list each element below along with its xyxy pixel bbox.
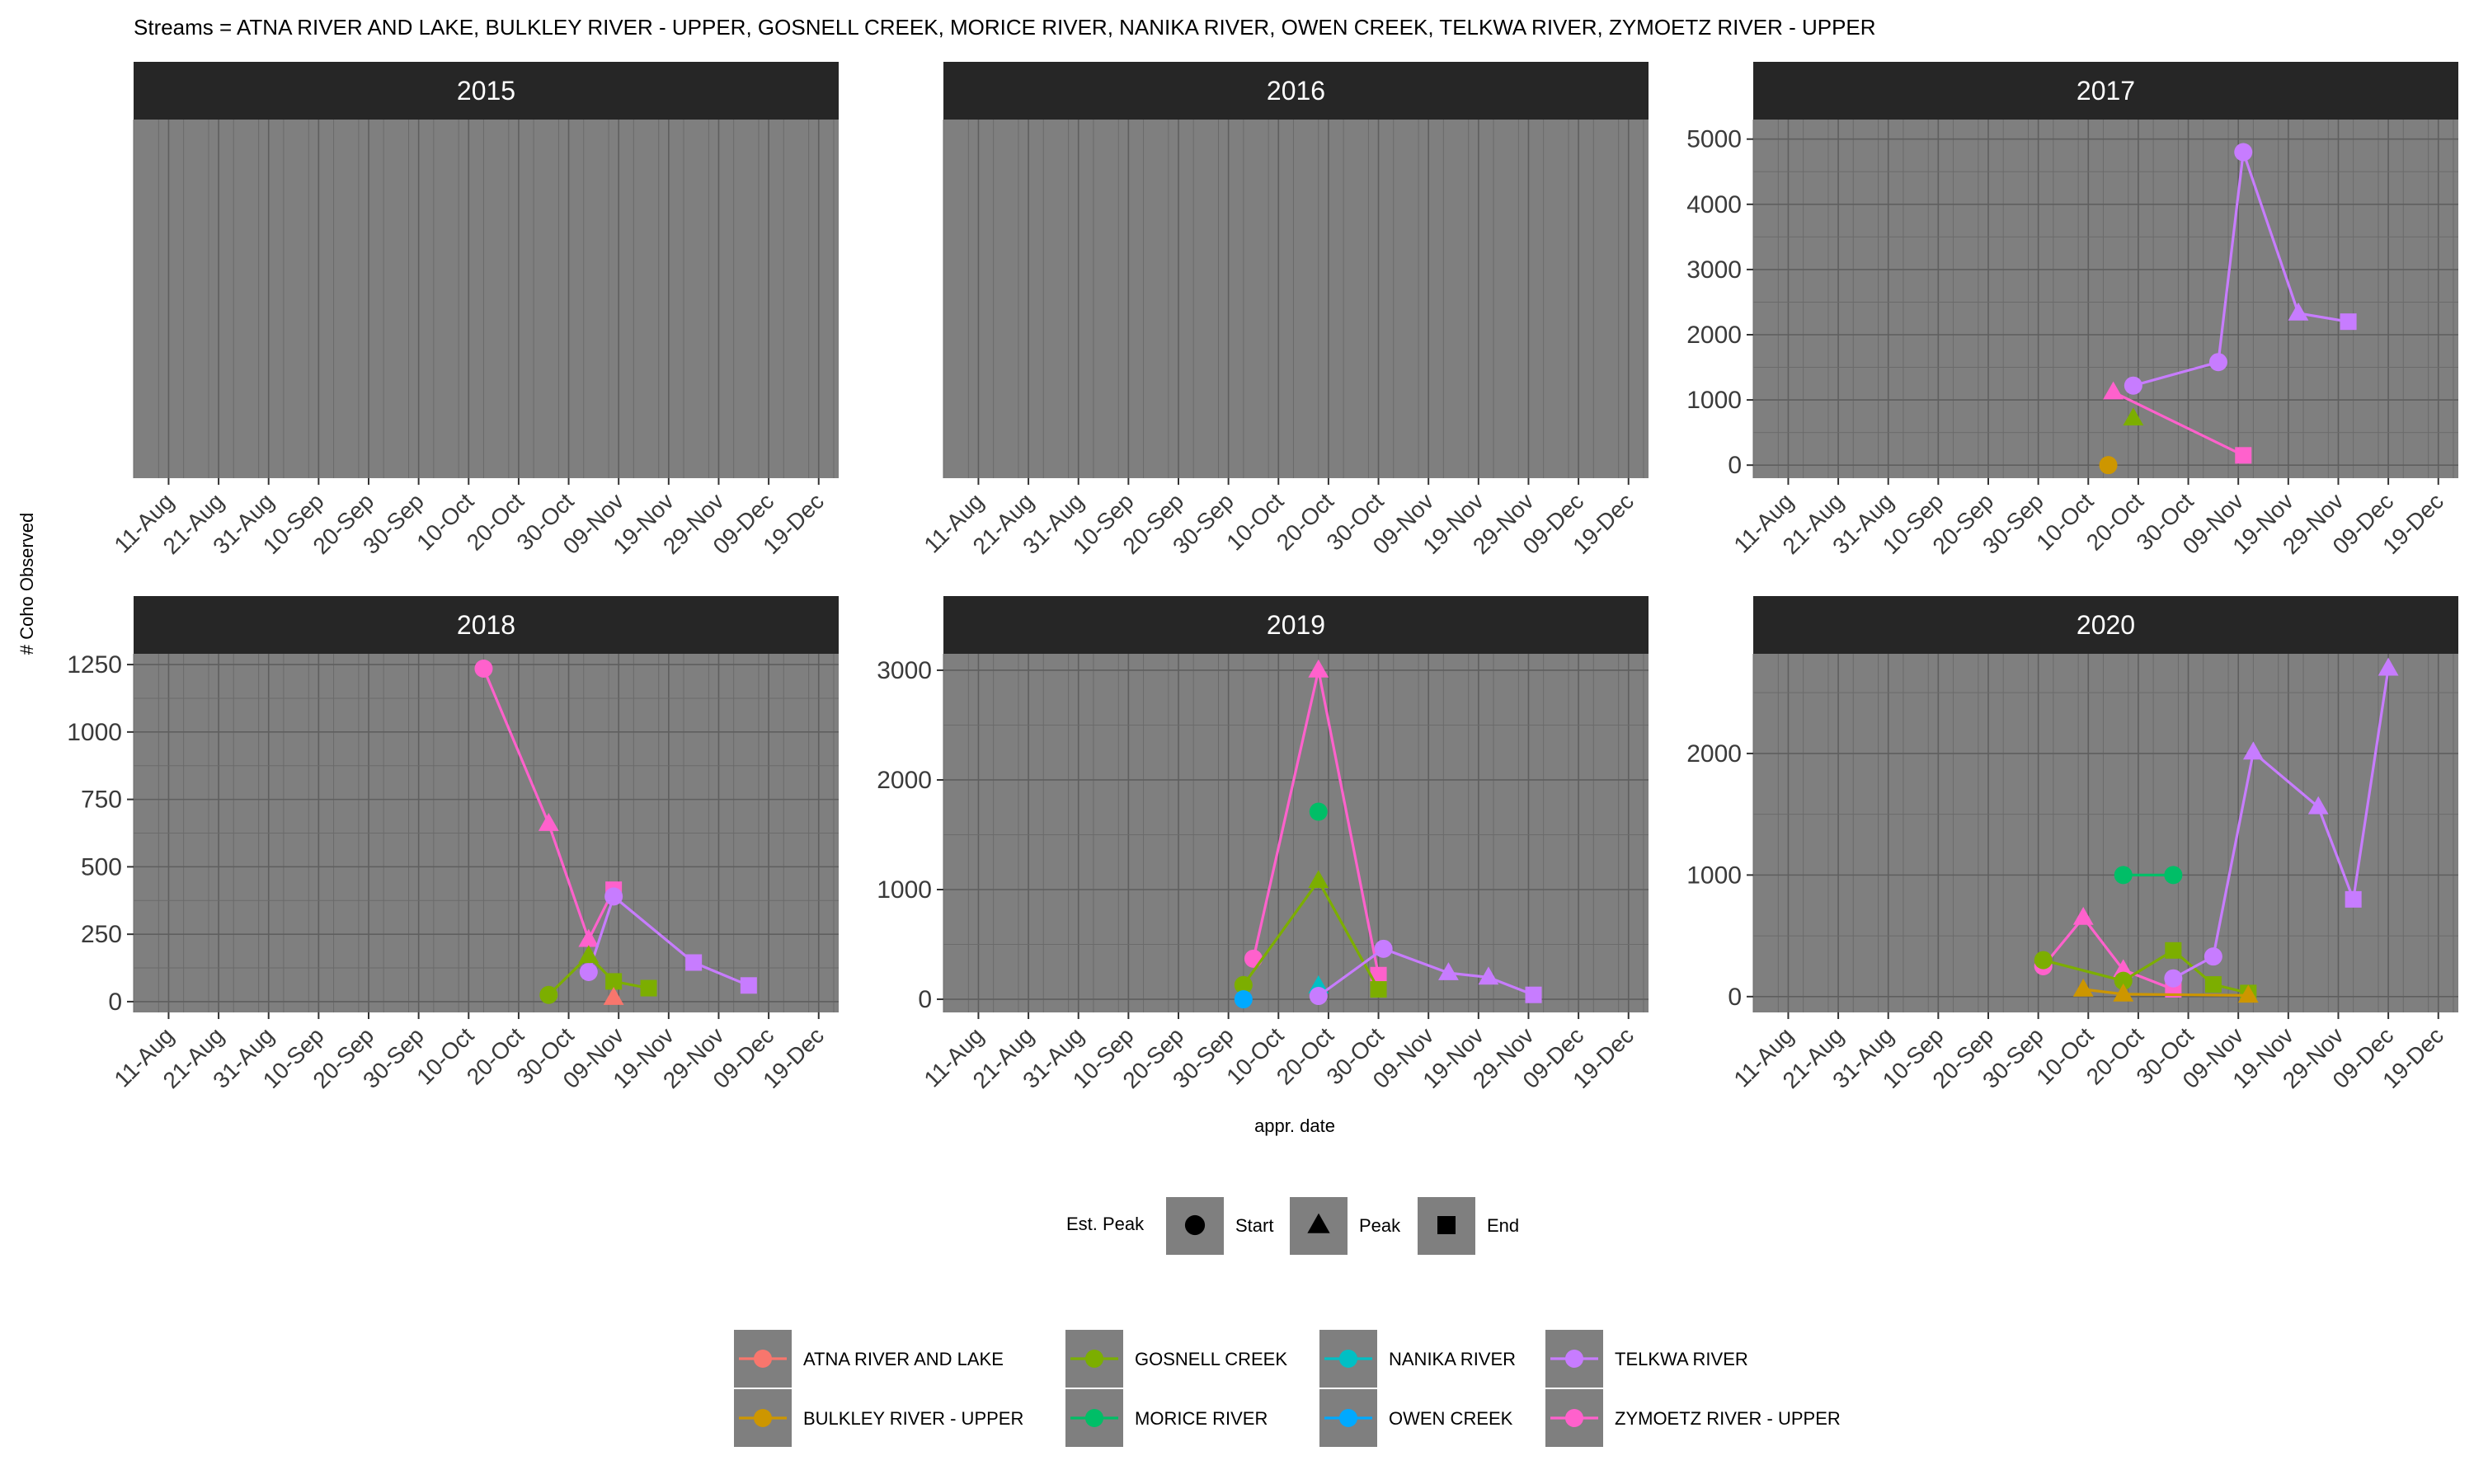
panel-title: 2019 bbox=[1267, 610, 1325, 640]
data-point bbox=[2234, 143, 2253, 162]
panel-2019: 201911-Aug21-Aug31-Aug10-Sep20-Sep30-Sep… bbox=[877, 596, 1649, 1093]
legend-label: BULKLEY RIVER - UPPER bbox=[803, 1408, 1023, 1429]
legend-point bbox=[1085, 1350, 1103, 1368]
legend-shape-title: Est. Peak bbox=[1066, 1214, 1145, 1234]
legend-point bbox=[754, 1409, 772, 1427]
x-axis-label: appr. date bbox=[1254, 1115, 1335, 1136]
chart-header: Streams = ATNA RIVER AND LAKE, BULKLEY R… bbox=[134, 15, 1876, 40]
data-point bbox=[2340, 313, 2357, 331]
data-point bbox=[2164, 866, 2183, 885]
data-point bbox=[474, 659, 493, 678]
y-tick-label: 2000 bbox=[1686, 322, 1742, 349]
data-point bbox=[2208, 353, 2227, 372]
legend-point bbox=[1565, 1409, 1583, 1427]
legend-label: ZYMOETZ RIVER - UPPER bbox=[1615, 1408, 1841, 1429]
data-point bbox=[1244, 949, 1263, 968]
series-morice-river bbox=[1309, 802, 1328, 821]
legend-point bbox=[1339, 1409, 1357, 1427]
y-tick-label: 1000 bbox=[67, 719, 122, 746]
legend-label: MORICE RIVER bbox=[1135, 1408, 1268, 1429]
data-point bbox=[2124, 376, 2142, 395]
y-tick-label: 1000 bbox=[1686, 862, 1742, 889]
legend-marker-start bbox=[1184, 1214, 1206, 1236]
y-tick-label: 4000 bbox=[1686, 191, 1742, 218]
panel-title: 2018 bbox=[457, 610, 515, 640]
data-point bbox=[2034, 951, 2053, 970]
legend-marker-end bbox=[1437, 1216, 1456, 1234]
panel-background bbox=[943, 654, 1649, 1012]
y-tick-label: 0 bbox=[1728, 452, 1742, 479]
panel-2018: 201811-Aug21-Aug31-Aug10-Sep20-Sep30-Sep… bbox=[67, 596, 839, 1093]
data-point bbox=[2165, 942, 2182, 959]
data-point bbox=[685, 954, 703, 971]
panel-2016: 201611-Aug21-Aug31-Aug10-Sep20-Sep30-Sep… bbox=[919, 62, 1649, 559]
data-point bbox=[1525, 986, 1542, 1003]
legend-label: OWEN CREEK bbox=[1389, 1408, 1513, 1429]
y-tick-label: 0 bbox=[918, 986, 932, 1013]
panel-background bbox=[943, 120, 1649, 478]
data-point bbox=[2345, 890, 2362, 908]
data-point bbox=[1234, 990, 1253, 1009]
legend-label: GOSNELL CREEK bbox=[1135, 1349, 1287, 1369]
panel-2015: 201511-Aug21-Aug31-Aug10-Sep20-Sep30-Sep… bbox=[109, 62, 839, 559]
panel-2017: 201711-Aug21-Aug31-Aug10-Sep20-Sep30-Sep… bbox=[1686, 62, 2458, 559]
y-tick-label: 0 bbox=[1728, 984, 1742, 1011]
series-owen-creek bbox=[1234, 990, 1253, 1009]
data-point bbox=[2099, 456, 2118, 475]
panel-background bbox=[1753, 120, 2458, 478]
data-point bbox=[2114, 866, 2133, 885]
panel-title: 2016 bbox=[1267, 76, 1325, 106]
data-point bbox=[2204, 976, 2222, 993]
data-point bbox=[2204, 947, 2222, 966]
data-point bbox=[2235, 447, 2252, 464]
legend-streams: ATNA RIVER AND LAKE BULKLEY RIVER - UPPER… bbox=[734, 1330, 1841, 1447]
legend-label: Start bbox=[1235, 1215, 1273, 1236]
legend-point bbox=[1565, 1350, 1583, 1368]
y-tick-label: 1250 bbox=[67, 651, 122, 679]
y-tick-label: 500 bbox=[81, 853, 122, 881]
legend-point bbox=[754, 1350, 772, 1368]
panel-2020: 202011-Aug21-Aug31-Aug10-Sep20-Sep30-Sep… bbox=[1686, 596, 2458, 1093]
data-point bbox=[1309, 987, 1328, 1006]
data-point bbox=[579, 962, 598, 981]
data-point bbox=[1374, 939, 1393, 958]
legend-point bbox=[1339, 1350, 1357, 1368]
panel-title: 2020 bbox=[2077, 610, 2135, 640]
legend-est-peak: Est. Peak Start Peak End bbox=[1066, 1197, 1519, 1255]
panel-background bbox=[134, 120, 839, 478]
panel-title: 2017 bbox=[2077, 76, 2135, 106]
legend-label: NANIKA RIVER bbox=[1389, 1349, 1516, 1369]
y-tick-label: 1000 bbox=[1686, 387, 1742, 414]
y-axis-label: # Coho Observed bbox=[16, 513, 37, 655]
faceted-chart: Streams = ATNA RIVER AND LAKE, BULKLEY R… bbox=[16, 15, 2458, 1447]
series-bulkley-river-upper bbox=[2099, 456, 2118, 475]
y-tick-label: 3000 bbox=[877, 657, 932, 684]
y-tick-label: 750 bbox=[81, 787, 122, 814]
data-point bbox=[1309, 802, 1328, 821]
panel-title: 2015 bbox=[457, 76, 515, 106]
data-point bbox=[2164, 969, 2183, 988]
y-tick-label: 2000 bbox=[877, 767, 932, 794]
y-tick-label: 250 bbox=[81, 921, 122, 948]
y-tick-label: 2000 bbox=[1686, 740, 1742, 768]
legend-point bbox=[1085, 1409, 1103, 1427]
panel-background bbox=[1753, 654, 2458, 1012]
y-tick-label: 3000 bbox=[1686, 256, 1742, 284]
data-point bbox=[1370, 981, 1387, 998]
legend-label: TELKWA RIVER bbox=[1615, 1349, 1748, 1369]
legend-label: ATNA RIVER AND LAKE bbox=[803, 1349, 1004, 1369]
y-tick-label: 1000 bbox=[877, 876, 932, 904]
data-point bbox=[740, 977, 757, 994]
legend-label: End bbox=[1487, 1215, 1519, 1236]
data-point bbox=[604, 887, 623, 906]
data-point bbox=[539, 985, 558, 1004]
y-tick-label: 5000 bbox=[1686, 126, 1742, 153]
y-tick-label: 0 bbox=[108, 989, 122, 1016]
data-point bbox=[640, 979, 657, 997]
legend-label: Peak bbox=[1359, 1215, 1401, 1236]
